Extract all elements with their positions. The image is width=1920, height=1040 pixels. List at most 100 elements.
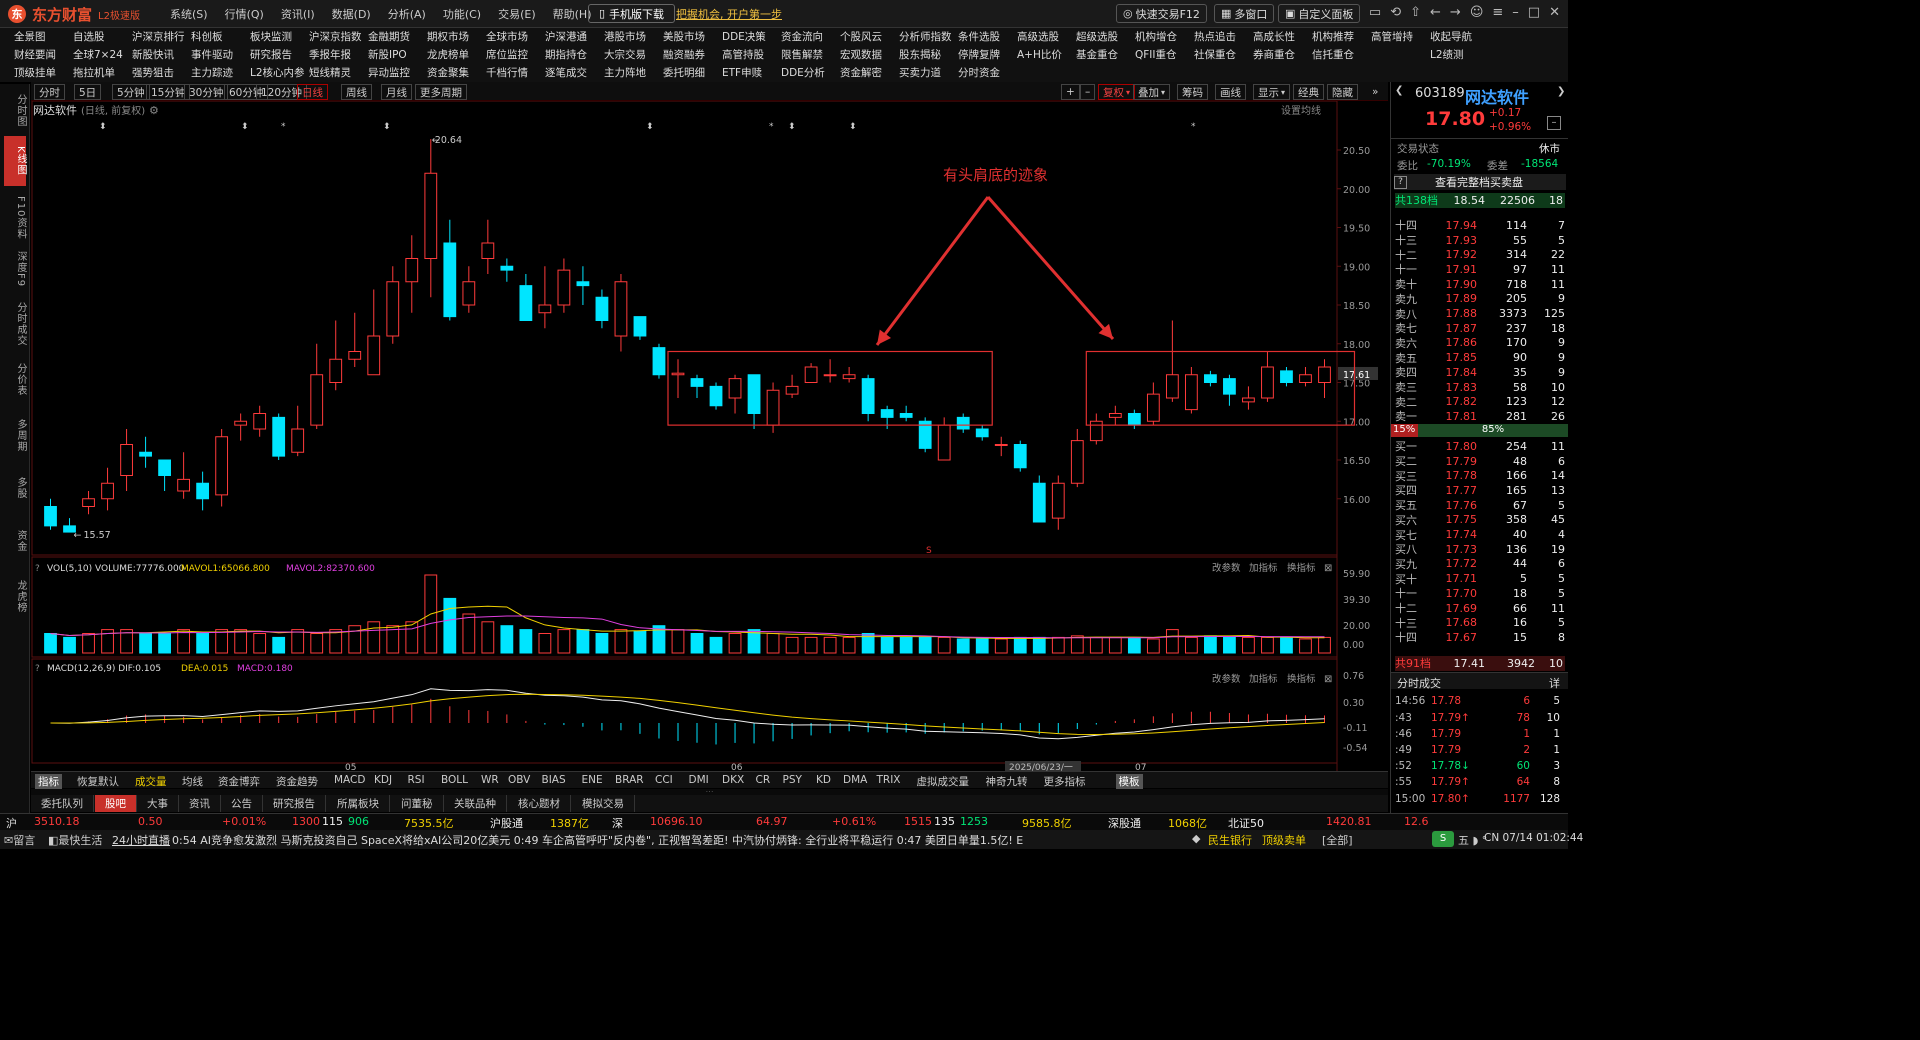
bid-row[interactable]: 十一 17.70 18 5	[1395, 586, 1565, 601]
ask-row[interactable]: 卖三 17.83 58 10	[1395, 380, 1565, 395]
volume-bar[interactable]	[443, 597, 457, 654]
nav-item[interactable]: 拖拉机单	[59, 65, 118, 82]
nav-item[interactable]: 超级选股	[1062, 29, 1121, 46]
indicator-tab[interactable]: PSY	[783, 774, 802, 786]
volume-bar[interactable]	[1223, 636, 1236, 654]
volume-bar[interactable]	[310, 633, 324, 654]
trades-detail-button[interactable]: 详	[1549, 675, 1560, 691]
nav-item[interactable]: 大宗交易	[590, 47, 649, 64]
menu-item[interactable]: 分析(A)	[388, 6, 426, 22]
signal-marker[interactable]: S	[926, 546, 932, 556]
volume-bar[interactable]	[1032, 636, 1046, 654]
message-button[interactable]: ✉留言	[4, 832, 35, 848]
candle[interactable]	[120, 444, 133, 476]
candle[interactable]	[709, 385, 723, 407]
candle[interactable]	[652, 347, 666, 376]
nav-item[interactable]: QFII重仓	[1121, 47, 1180, 64]
open-account-promo-link[interactable]: 把握机会, 开户第一步	[676, 6, 782, 22]
ask-row[interactable]: 卖五 17.85 90 9	[1395, 350, 1565, 365]
volume-bar[interactable]	[937, 636, 951, 654]
period-tab[interactable]: 30分钟	[184, 84, 229, 100]
bid-row[interactable]: 买八 17.73 136 19	[1395, 542, 1565, 557]
nav-item[interactable]: 主力阵地	[590, 65, 649, 82]
candle[interactable]	[690, 378, 704, 387]
volume-bar[interactable]	[538, 633, 552, 654]
candle[interactable]	[671, 372, 685, 376]
indicator-tab[interactable]: DMA	[843, 774, 867, 786]
volume-bar[interactable]	[823, 636, 837, 654]
indicator-tab[interactable]: 指标	[35, 774, 62, 789]
nav-item[interactable]: 事件驱动	[177, 47, 236, 64]
nav-item[interactable]: 资金解密	[826, 65, 885, 82]
nav-item[interactable]: 新股快讯	[118, 47, 177, 64]
event-marker[interactable]: ⬍	[383, 122, 391, 132]
minus-icon[interactable]: –	[1547, 116, 1561, 130]
nav-item[interactable]: 千档行情	[472, 65, 531, 82]
nav-item[interactable]: 高成长性	[1239, 29, 1298, 46]
volume-bar[interactable]	[899, 636, 913, 654]
candle[interactable]	[1261, 366, 1274, 399]
period-tab[interactable]: 月线	[381, 84, 412, 100]
volume-bar[interactable]	[1127, 636, 1141, 654]
nav-item[interactable]: ETF申赎	[708, 65, 767, 82]
nav-item[interactable]: A+H比价	[1003, 47, 1062, 64]
bottom-tab[interactable]: 资讯	[179, 795, 221, 812]
candle[interactable]	[1165, 374, 1179, 399]
quick-trade-button[interactable]: ◎ 快速交易F12	[1116, 4, 1207, 23]
volume-bar[interactable]	[994, 638, 1008, 654]
candle[interactable]	[386, 281, 400, 337]
bottom-tab[interactable]: 模拟交易	[572, 795, 635, 812]
nav-item[interactable]: 高级选股	[1003, 29, 1062, 46]
nav-item[interactable]: 买卖力道	[885, 65, 944, 82]
nav-item[interactable]: 逐笔成交	[531, 65, 590, 82]
period-tab[interactable]: 5分钟	[112, 84, 150, 100]
volume-bar[interactable]	[1261, 636, 1274, 654]
s-badge-icon[interactable]: S	[1432, 831, 1454, 847]
chart-tool-button[interactable]: 显示 ▾	[1253, 84, 1291, 100]
panel-next-icon[interactable]: ❯	[1557, 86, 1565, 97]
ticker-stock[interactable]: 民生银行	[1208, 832, 1252, 848]
volume-bar[interactable]	[842, 636, 856, 654]
minimize-icon[interactable]: –	[1512, 5, 1519, 20]
indicator-tab[interactable]: 更多指标	[1044, 774, 1086, 789]
nav-item[interactable]: 金融期货	[354, 29, 413, 46]
volume-bar[interactable]	[766, 633, 780, 654]
left-tab[interactable]: 分时成交	[4, 298, 26, 350]
volume-bar[interactable]	[367, 621, 381, 654]
volume-bar[interactable]	[709, 636, 723, 654]
volume-bar[interactable]	[1299, 638, 1312, 654]
indicator-tab[interactable]: OBV	[508, 774, 530, 786]
bottom-tab[interactable]: 委托队列	[31, 795, 94, 812]
volume-bar[interactable]	[614, 629, 628, 654]
nav-item[interactable]: 期权市场	[413, 29, 472, 46]
bz-index[interactable]: 1420.81	[1326, 815, 1372, 828]
nav-item[interactable]: 信托重仓	[1298, 47, 1357, 64]
indicator-tab[interactable]: BOLL	[441, 774, 468, 786]
nav-item[interactable]: 高管增持	[1357, 29, 1416, 46]
menu-item[interactable]: 系统(S)	[170, 6, 208, 22]
candle[interactable]	[880, 409, 894, 418]
volume-bar[interactable]	[880, 636, 894, 654]
nav-item[interactable]: 席位监控	[472, 47, 531, 64]
event-marker[interactable]: ⬍	[99, 122, 107, 132]
news-ticker[interactable]: 0:54 AI竞争愈发激烈 马斯克投资自己 SpaceX将给xAI公司20亿美元…	[172, 832, 1182, 848]
close-pane-icon[interactable]: ⊠	[1324, 674, 1332, 685]
candle[interactable]	[937, 424, 951, 461]
trade-row[interactable]: :43 17.79↑ 78 10	[1395, 710, 1565, 725]
nav-item[interactable]: 资金流向	[767, 29, 826, 46]
candle[interactable]	[44, 506, 57, 527]
candle[interactable]	[1242, 397, 1255, 403]
nav-item[interactable]: 自选股	[59, 29, 118, 46]
trade-row[interactable]: 15:00 17.80↑ 1177 128	[1395, 791, 1565, 806]
ask-row[interactable]: 十二 17.92 314 22	[1395, 247, 1565, 262]
volume-bar[interactable]	[1051, 636, 1065, 654]
volume-bar[interactable]	[63, 636, 76, 654]
nav-item[interactable]: 财经要闻	[0, 47, 59, 64]
ask-row[interactable]: 卖二 17.82 123 12	[1395, 394, 1565, 409]
kline-chart[interactable]: 网达软件 (日线, 前复权) ⚙ 设置均线 ⬍ ⬍ * ⬍ ⬍ * ⬍ ⬍ * 20.50 20.00 19.…	[31, 100, 1388, 773]
volume-bar[interactable]	[595, 633, 609, 654]
nav-item[interactable]: 龙虎榜单	[413, 47, 472, 64]
nav-item[interactable]: 股东揭秘	[885, 47, 944, 64]
candle[interactable]	[1280, 370, 1293, 383]
subtract-icon[interactable]: –	[1080, 84, 1096, 100]
